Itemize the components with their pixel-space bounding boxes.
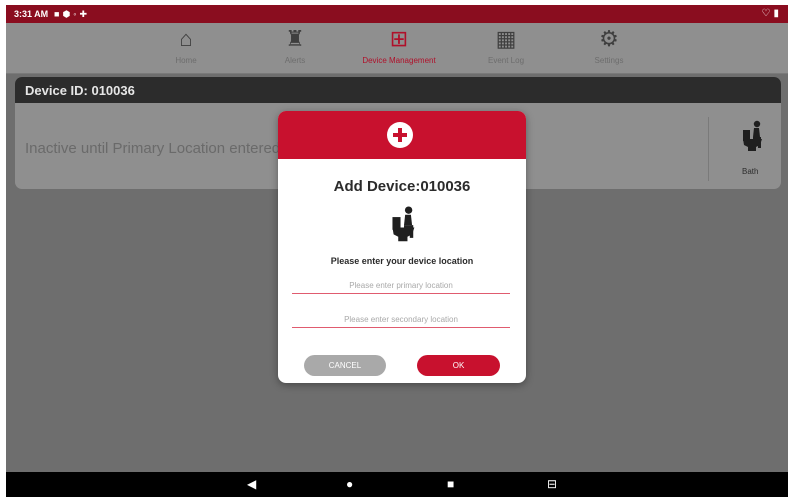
battery-icon: ▮ — [773, 8, 782, 19]
add-device-dialog: Add Device:010036 Please enter your devi… — [278, 111, 526, 383]
screen-icon[interactable]: ⊟ — [547, 477, 557, 491]
android-navigation-bar: ◀ ● ■ ⊟ — [6, 472, 788, 497]
dialog-prompt: Please enter your device location — [330, 256, 474, 266]
gear-icon: ⚙ — [599, 26, 619, 51]
calendar-icon: ▦ — [495, 26, 517, 51]
device-card-header: Device ID: 010036 — [15, 77, 781, 103]
ok-button[interactable]: OK — [417, 355, 500, 376]
home-icon: ⌂ — [179, 26, 193, 51]
nav-event-log[interactable]: ▦ Event Log — [461, 26, 551, 66]
nav-home-label: Home — [175, 56, 197, 65]
shield-icon: ⬢ — [62, 9, 74, 19]
nav-device-management-label: Device Management — [362, 56, 436, 65]
back-icon[interactable]: ◀ — [247, 477, 256, 491]
status-bar: 3:31 AM ■⬢◦✚ ♡▮ — [6, 5, 788, 23]
status-icons-left: ■⬢◦✚ — [54, 9, 90, 20]
nav-alerts[interactable]: ♜ Alerts — [250, 26, 340, 66]
secondary-location-input[interactable] — [292, 311, 510, 328]
app-screen: 3:31 AM ■⬢◦✚ ♡▮ ⌂ Home ♜ Alerts ⊞ Device… — [6, 5, 788, 497]
device-id-label: Device ID: 010036 — [25, 83, 135, 98]
home-circle-icon[interactable]: ● — [346, 477, 353, 491]
plus-circle-icon — [387, 122, 413, 148]
primary-location-input[interactable] — [292, 277, 510, 294]
status-icons-right: ♡▮ — [762, 8, 782, 19]
app-icon: ✚ — [79, 9, 91, 19]
recents-icon[interactable]: ■ — [447, 477, 454, 491]
nav-device-management[interactable]: ⊞ Device Management — [354, 26, 444, 66]
device-status-text: Inactive until Primary Location entered — [25, 140, 281, 157]
nav-home[interactable]: ⌂ Home — [141, 26, 231, 66]
signal-icon: ♡ — [761, 8, 774, 19]
dialog-header — [278, 111, 526, 159]
status-time: 3:31 AM — [14, 9, 49, 19]
nav-settings[interactable]: ⚙ Settings — [564, 26, 654, 66]
monitor-plus-icon: ⊞ — [389, 26, 409, 51]
alarm-icon: ♜ — [285, 26, 305, 51]
cancel-button[interactable]: CANCEL — [304, 355, 386, 376]
location-label: Bath — [742, 167, 759, 176]
card-divider — [708, 117, 709, 181]
toilet-person-icon — [392, 206, 415, 242]
dialog-title: Add Device:010036 — [333, 178, 471, 195]
nav-event-log-label: Event Log — [487, 56, 525, 65]
nav-alerts-label: Alerts — [284, 56, 306, 65]
top-navigation: ⌂ Home ♜ Alerts ⊞ Device Management ▦ Ev… — [6, 23, 788, 74]
nav-settings-label: Settings — [594, 56, 624, 65]
toilet-person-icon[interactable] — [740, 120, 766, 152]
